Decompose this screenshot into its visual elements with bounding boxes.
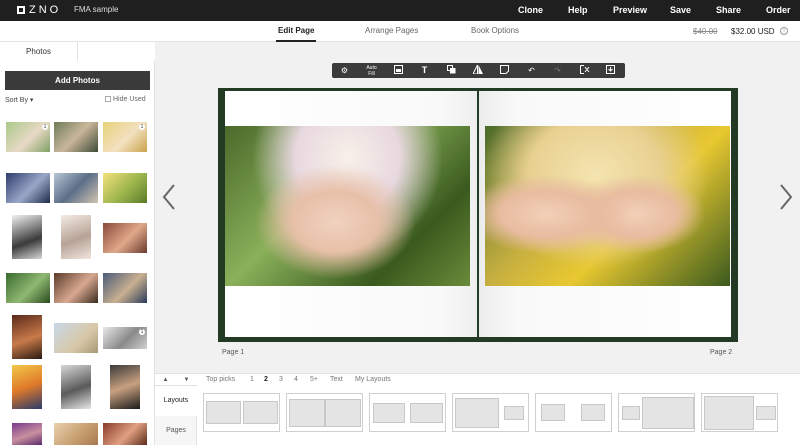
photo-thumbnail[interactable]: 1 [103, 122, 147, 152]
zno-logo[interactable]: ZNO [17, 4, 67, 17]
page-1-label: Page 1 [222, 349, 245, 356]
logo-text: ZNO [29, 4, 62, 16]
collapse-controls: ▲ ▼ [155, 374, 197, 386]
preview-button[interactable]: Preview [613, 5, 647, 15]
previous-page-arrow[interactable] [161, 182, 177, 212]
undo-icon[interactable]: ↶ [519, 63, 544, 78]
photo-thumbnail[interactable] [61, 215, 91, 259]
help-button[interactable]: Help [568, 5, 588, 15]
filter-text[interactable]: Text [330, 376, 343, 383]
tab-book-options[interactable]: Book Options [471, 26, 519, 35]
gear-icon[interactable]: ⚙ [332, 63, 357, 78]
layout-option[interactable] [452, 393, 529, 432]
add-photos-button[interactable]: Add Photos [5, 71, 150, 90]
tab-edit-page[interactable]: Edit Page [275, 26, 317, 42]
filter-4[interactable]: 4 [294, 376, 298, 383]
editor-tab-bar: Edit Page Arrange Pages Book Options $40… [0, 21, 800, 42]
image-icon[interactable] [386, 63, 411, 78]
baby-flower-crown-photo[interactable] [225, 126, 470, 286]
usage-badge: 1 [139, 124, 145, 130]
tab-arrange-pages[interactable]: Arrange Pages [365, 26, 418, 35]
photos-panel: Photos Add Photos Sort By ▾ Hide Used 1 … [0, 42, 155, 445]
sort-by-dropdown[interactable]: Sort By ▾ [5, 96, 33, 104]
filter-my-layouts[interactable]: My Layouts [355, 376, 391, 383]
original-price: $40.00 [693, 27, 718, 36]
panel-tabs: Photos [0, 42, 155, 61]
clear-icon[interactable] [572, 63, 597, 78]
photo-thumbnail[interactable]: 1 [6, 122, 50, 152]
layout-option[interactable] [369, 393, 446, 432]
usage-badge: 1 [42, 124, 48, 130]
edit-toolbar: ⚙ Auto Fill T ↶ ↷ [332, 63, 625, 78]
bottom-side-tabs: Layouts Pages [155, 386, 197, 445]
tab-secondary[interactable] [78, 42, 155, 61]
photo-thumbnail[interactable] [54, 122, 98, 152]
layout-option[interactable] [701, 393, 778, 432]
layout-option[interactable] [286, 393, 363, 432]
tab-photos[interactable]: Photos [0, 42, 78, 61]
left-page[interactable] [225, 91, 477, 337]
filter-5-plus[interactable]: 5+ [310, 376, 318, 383]
photo-thumbnail[interactable] [54, 273, 98, 303]
page-2-label: Page 2 [710, 349, 733, 356]
clone-button[interactable]: Clone [518, 5, 543, 15]
book-spread [218, 88, 738, 342]
auto-fill-button[interactable]: Auto Fill [359, 63, 384, 78]
layout-option[interactable] [535, 393, 612, 432]
photo-thumbnail[interactable] [6, 173, 50, 203]
info-icon[interactable]: i [780, 27, 788, 35]
usage-badge: 1 [139, 329, 145, 335]
logo-mark-icon [17, 6, 25, 14]
project-title: FMA sample [74, 5, 119, 14]
text-icon[interactable]: T [412, 63, 437, 78]
filter-1[interactable]: 1 [250, 376, 254, 383]
tab-layouts[interactable]: Layouts [155, 386, 197, 416]
right-page[interactable] [479, 91, 731, 337]
photo-thumbnail[interactable] [61, 365, 91, 409]
photo-thumbnail[interactable] [12, 215, 42, 259]
filter-top-picks[interactable]: Top picks [206, 376, 235, 383]
note-icon[interactable] [492, 63, 517, 78]
layout-option[interactable] [203, 393, 280, 432]
layout-option[interactable] [618, 393, 695, 432]
tab-pages[interactable]: Pages [155, 416, 197, 445]
photo-thumbnail[interactable] [12, 423, 42, 445]
layouts-panel: ▲ ▼ Layouts Pages Top picks 1 2 3 4 5+ T… [155, 373, 800, 445]
photo-thumbnail[interactable] [12, 365, 42, 409]
photo-thumbnail[interactable]: 1 [103, 327, 147, 349]
top-bar: ZNO FMA sample Clone Help Preview Save S… [0, 0, 800, 21]
filter-2[interactable]: 2 [264, 376, 268, 383]
hide-used-checkbox[interactable] [105, 96, 111, 102]
collapse-up-button[interactable]: ▲ [155, 374, 176, 386]
photo-thumbnail[interactable] [103, 273, 147, 303]
photo-thumbnail[interactable] [103, 423, 147, 445]
photo-thumbnail[interactable] [110, 365, 140, 409]
photo-thumbnail[interactable] [103, 173, 147, 203]
layers-icon[interactable] [439, 63, 464, 78]
filter-3[interactable]: 3 [279, 376, 283, 383]
photo-thumbnail[interactable] [6, 273, 50, 303]
hide-used-toggle[interactable]: Hide Used [105, 96, 146, 103]
hide-used-label: Hide Used [113, 96, 146, 103]
expand-down-button[interactable]: ▼ [176, 374, 197, 386]
order-button[interactable]: Order [766, 5, 791, 15]
save-button[interactable]: Save [670, 5, 691, 15]
current-price: $32.00 USD [731, 27, 775, 36]
two-girls-photo[interactable] [485, 126, 730, 286]
photo-thumbnail[interactable] [54, 173, 98, 203]
photo-thumbnail[interactable] [54, 323, 98, 353]
photo-thumbnail[interactable] [12, 315, 42, 359]
export-icon[interactable] [598, 63, 623, 78]
photo-thumbnail[interactable] [54, 423, 98, 445]
mirror-icon[interactable] [465, 63, 490, 78]
redo-icon[interactable]: ↷ [545, 63, 570, 78]
page-canvas: ⚙ Auto Fill T ↶ ↷ Page 1 Page 2 [155, 42, 800, 373]
photo-thumbnail[interactable] [103, 223, 147, 253]
share-button[interactable]: Share [716, 5, 741, 15]
next-page-arrow[interactable] [778, 182, 794, 212]
auto-fill-label: Auto Fill [366, 65, 377, 77]
